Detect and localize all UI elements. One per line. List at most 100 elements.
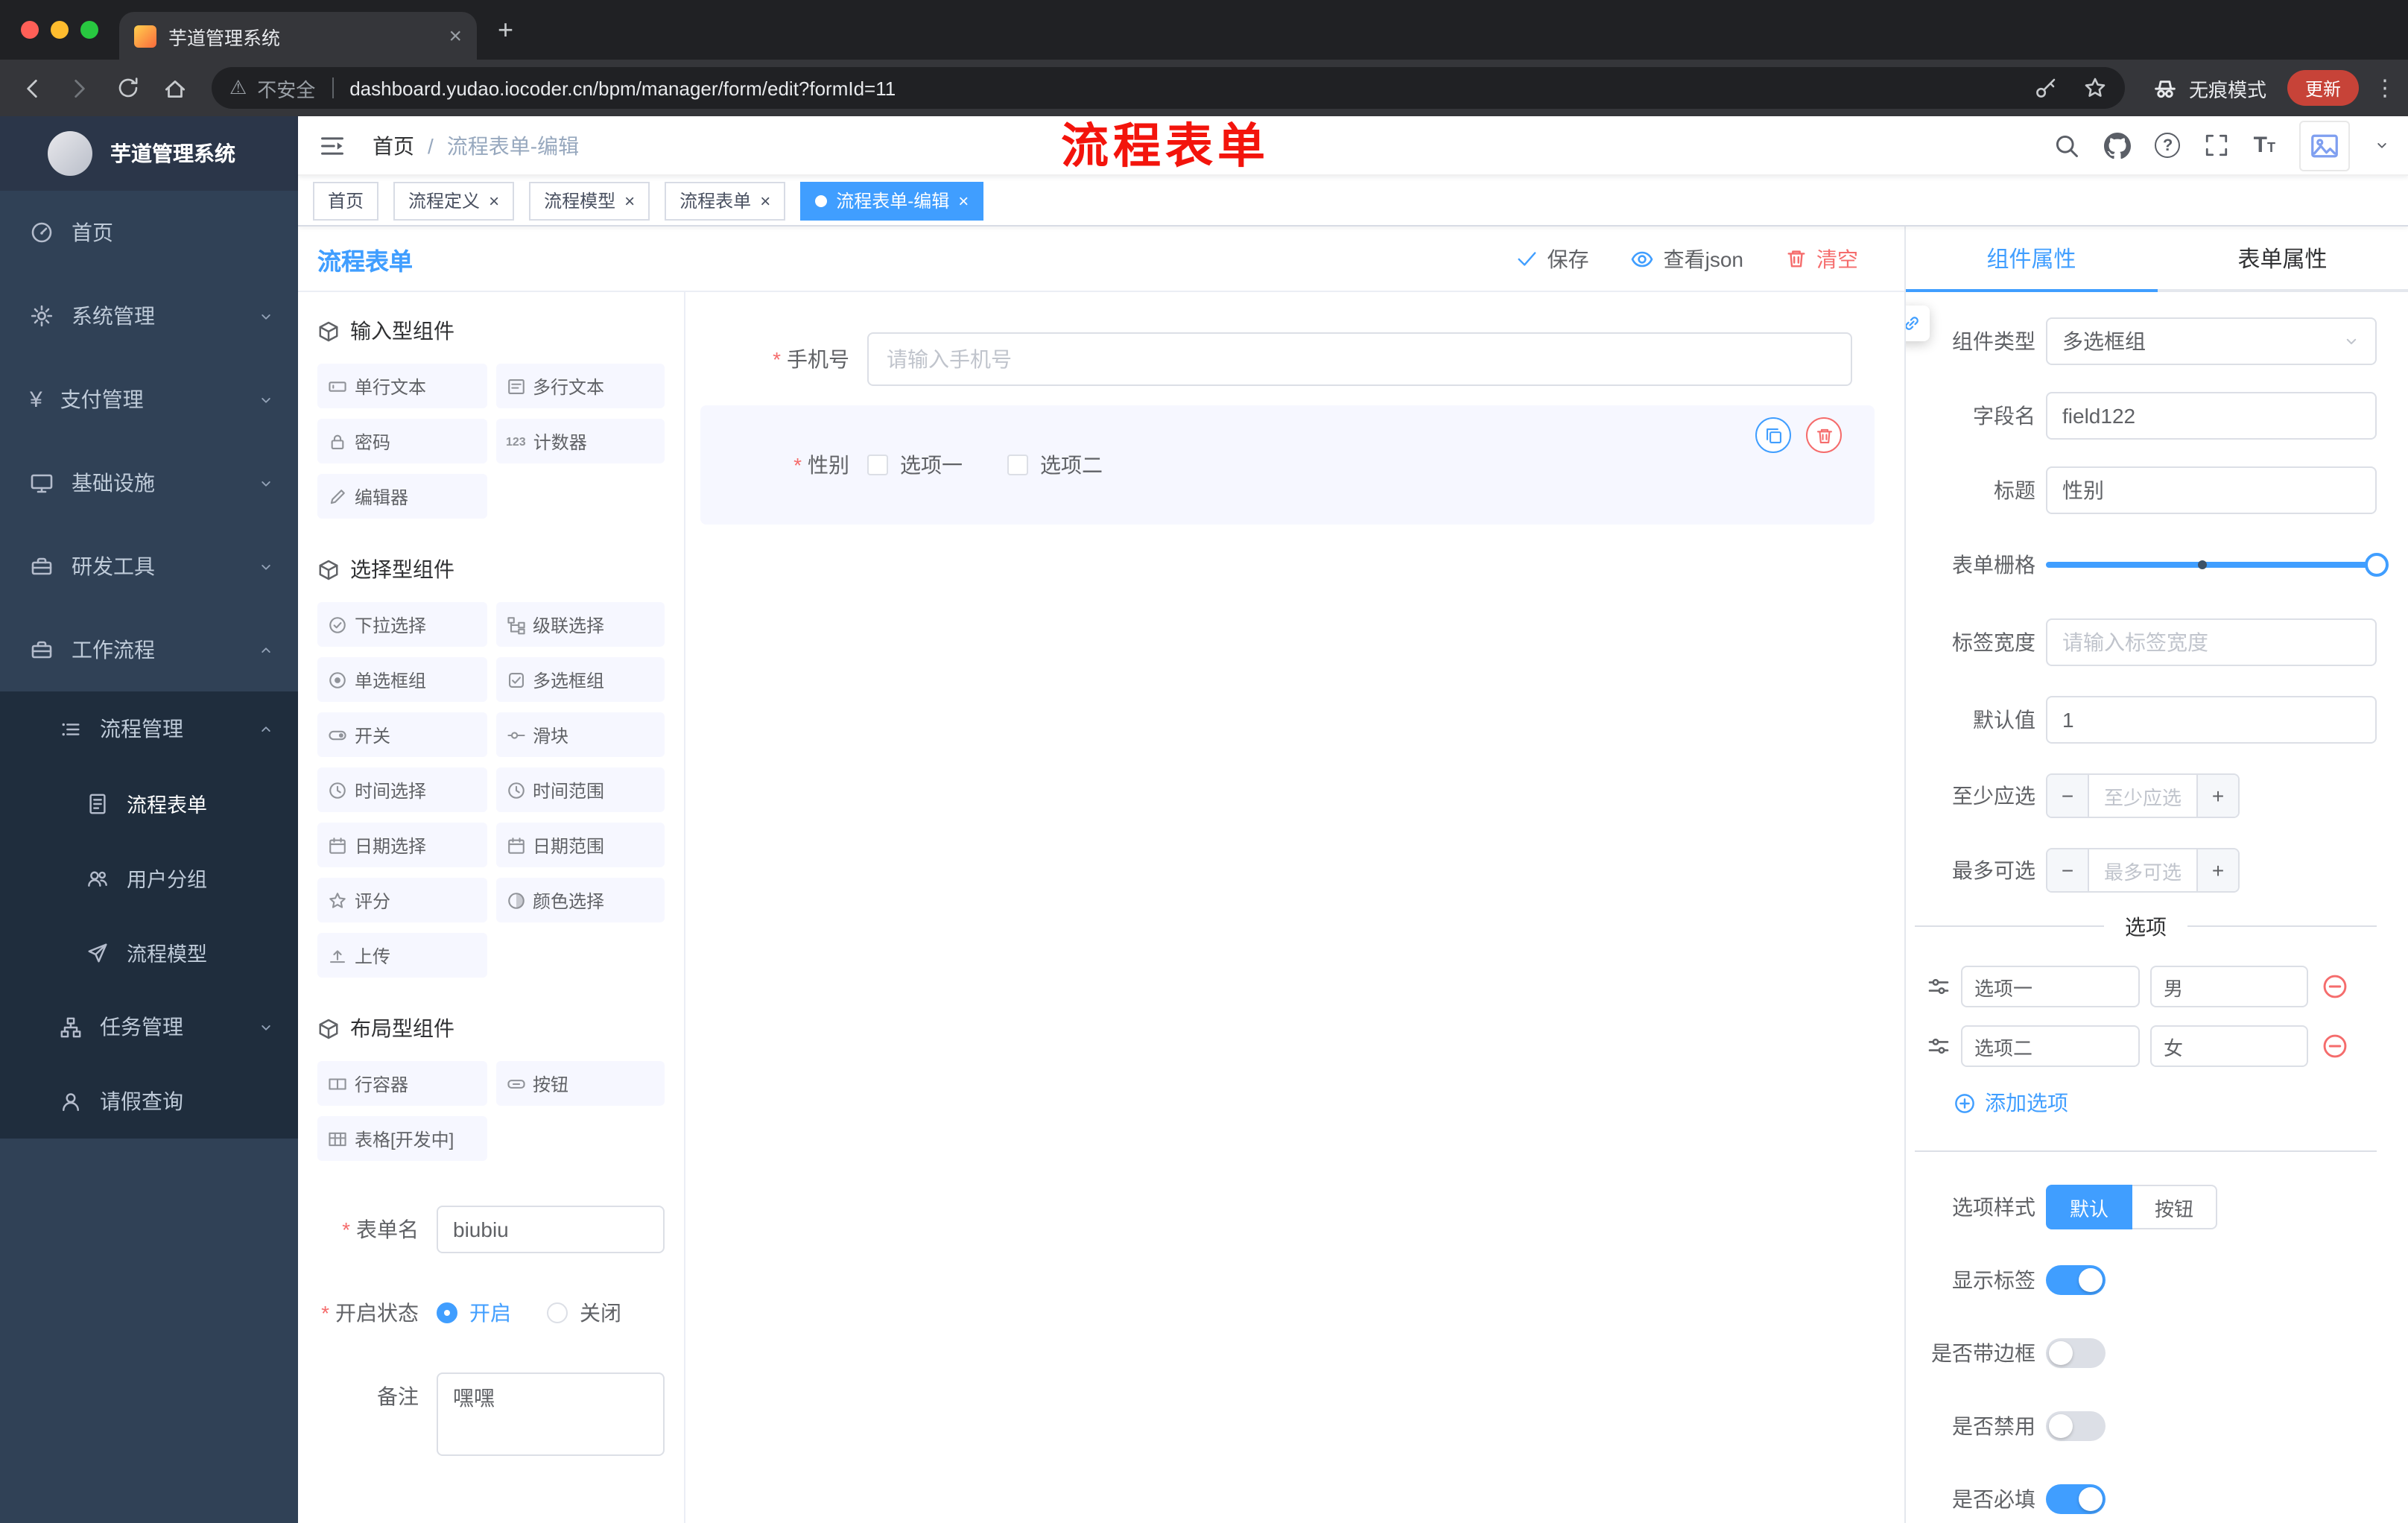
tab-form-props[interactable]: 表单属性 xyxy=(2157,227,2408,289)
palette-item-radio-group[interactable]: 单选框组 xyxy=(317,657,487,702)
sidebar-item-home[interactable]: 首页 xyxy=(0,191,298,274)
copy-field-button[interactable] xyxy=(1755,417,1791,453)
palette-item-single-line-text[interactable]: 单行文本 xyxy=(317,364,487,408)
palette-item-switch[interactable]: 开关 xyxy=(317,712,487,757)
label-width-input[interactable] xyxy=(2046,618,2377,666)
palette-item-select[interactable]: 下拉选择 xyxy=(317,602,487,647)
palette-item-row-container[interactable]: 行容器 xyxy=(317,1061,487,1106)
disabled-toggle[interactable] xyxy=(2046,1411,2106,1441)
close-icon[interactable]: × xyxy=(624,191,635,209)
search-icon[interactable] xyxy=(2054,132,2081,159)
phone-input[interactable] xyxy=(867,332,1852,386)
slider-handle[interactable] xyxy=(2365,553,2389,577)
sidebar-fold-icon[interactable] xyxy=(319,132,346,159)
form-grid-slider[interactable] xyxy=(2046,541,2389,589)
save-button[interactable]: 保存 xyxy=(1516,244,1589,273)
update-button[interactable]: 更新 xyxy=(2287,70,2360,106)
status-off-radio[interactable]: 关闭 xyxy=(547,1289,621,1337)
component-type-select[interactable]: 多选框组 xyxy=(2046,317,2377,365)
option-label-input[interactable] xyxy=(1961,966,2140,1007)
palette-item-textarea[interactable]: 多行文本 xyxy=(495,364,665,408)
tab-close-icon[interactable]: × xyxy=(449,25,462,47)
delete-field-button[interactable] xyxy=(1806,417,1842,453)
sidebar-item-leave-query[interactable]: 请假查询 xyxy=(0,1064,298,1139)
palette-item-button[interactable]: 按钮 xyxy=(495,1061,665,1106)
sidebar-item-process-mgmt[interactable]: 流程管理 xyxy=(0,691,298,766)
user-avatar[interactable] xyxy=(2299,120,2350,171)
github-icon[interactable] xyxy=(2105,132,2132,159)
palette-item-time-range[interactable]: 时间范围 xyxy=(495,767,665,812)
drag-handle-icon[interactable] xyxy=(1927,1034,1951,1058)
max-select-value[interactable]: 最多可选 xyxy=(2089,849,2196,891)
sidebar-item-process-form[interactable]: 流程表单 xyxy=(0,766,298,840)
fullscreen-icon[interactable] xyxy=(2205,133,2230,158)
required-toggle[interactable] xyxy=(2046,1484,2106,1514)
palette-item-date-range[interactable]: 日期范围 xyxy=(495,823,665,867)
tag-process-model[interactable]: 流程模型 × xyxy=(529,181,650,220)
close-window-button[interactable] xyxy=(21,21,39,39)
breadcrumb-home[interactable]: 首页 xyxy=(373,130,414,160)
tag-process-definition[interactable]: 流程定义 × xyxy=(393,181,515,220)
maximize-window-button[interactable] xyxy=(80,21,98,39)
palette-item-cascader[interactable]: 级联选择 xyxy=(495,602,665,647)
reload-icon[interactable] xyxy=(107,67,149,109)
home-icon[interactable] xyxy=(155,67,197,109)
view-json-button[interactable]: 查看json xyxy=(1631,244,1743,273)
close-icon[interactable]: × xyxy=(489,191,499,209)
browser-tab[interactable]: 芋道管理系统 × xyxy=(119,12,477,60)
decrease-button[interactable]: − xyxy=(2047,849,2089,891)
show-label-toggle[interactable] xyxy=(2046,1265,2106,1295)
forward-icon[interactable] xyxy=(60,67,101,109)
sidebar-item-payment[interactable]: ¥ 支付管理 xyxy=(0,358,298,441)
bookmark-star-icon[interactable] xyxy=(2083,76,2107,100)
default-value-input[interactable] xyxy=(2046,696,2377,744)
tag-process-form[interactable]: 流程表单 × xyxy=(665,181,786,220)
sidebar-item-devtools[interactable]: 研发工具 xyxy=(0,525,298,608)
minimize-window-button[interactable] xyxy=(51,21,69,39)
add-option-button[interactable]: 添加选项 xyxy=(1954,1088,2377,1118)
tag-home[interactable]: 首页 xyxy=(313,181,379,220)
sidebar-item-user-group[interactable]: 用户分组 xyxy=(0,840,298,915)
sidebar-item-process-model[interactable]: 流程模型 xyxy=(0,915,298,990)
palette-item-counter[interactable]: 123 计数器 xyxy=(495,419,665,463)
remove-option-icon[interactable] xyxy=(2322,1033,2348,1060)
font-size-icon[interactable]: TT xyxy=(2254,134,2275,156)
close-icon[interactable]: × xyxy=(958,191,969,209)
new-tab-button[interactable]: + xyxy=(498,16,513,43)
border-toggle[interactable] xyxy=(2046,1338,2106,1368)
drag-handle-icon[interactable] xyxy=(1927,975,1951,998)
style-button-button[interactable]: 按钮 xyxy=(2132,1185,2218,1229)
palette-item-editor[interactable]: 编辑器 xyxy=(317,474,487,519)
field-name-input[interactable] xyxy=(2046,392,2377,440)
field-gender-selected[interactable]: 性别 选项一 选项二 xyxy=(700,405,1875,525)
field-phone[interactable]: 手机号 xyxy=(685,332,1904,386)
option-value-input[interactable] xyxy=(2150,966,2308,1007)
sidebar-item-workflow[interactable]: 工作流程 xyxy=(0,608,298,691)
sidebar-item-infra[interactable]: 基础设施 xyxy=(0,441,298,525)
close-icon[interactable]: × xyxy=(760,191,770,209)
back-icon[interactable] xyxy=(12,67,54,109)
palette-item-rate[interactable]: 评分 xyxy=(317,878,487,922)
option-value-input[interactable] xyxy=(2150,1025,2308,1067)
remove-option-icon[interactable] xyxy=(2322,973,2348,1000)
address-bar[interactable]: ⚠ 不安全 dashboard.yudao.iocoder.cn/bpm/man… xyxy=(211,67,2125,109)
gender-option1-checkbox[interactable]: 选项一 xyxy=(867,450,963,480)
status-on-radio[interactable]: 开启 xyxy=(437,1289,511,1337)
password-key-icon[interactable] xyxy=(2034,76,2058,100)
min-select-value[interactable]: 至少应选 xyxy=(2089,775,2196,817)
increase-button[interactable]: + xyxy=(2196,849,2238,891)
security-label[interactable]: 不安全 xyxy=(257,74,315,102)
palette-item-checkbox-group[interactable]: 多选框组 xyxy=(495,657,665,702)
sidebar-item-system[interactable]: 系统管理 xyxy=(0,274,298,358)
sidebar-item-task-mgmt[interactable]: 任务管理 xyxy=(0,990,298,1064)
form-name-input[interactable] xyxy=(437,1206,665,1253)
url-text[interactable]: dashboard.yudao.iocoder.cn/bpm/manager/f… xyxy=(349,77,896,99)
tag-process-form-edit[interactable]: 流程表单-编辑 × xyxy=(800,181,984,220)
palette-item-date-picker[interactable]: 日期选择 xyxy=(317,823,487,867)
style-default-button[interactable]: 默认 xyxy=(2046,1185,2133,1229)
gender-option2-checkbox[interactable]: 选项二 xyxy=(1007,450,1103,480)
remark-textarea[interactable]: 嘿嘿 xyxy=(437,1372,665,1456)
palette-item-color-picker[interactable]: 颜色选择 xyxy=(495,878,665,922)
link-icon[interactable] xyxy=(1906,305,1930,341)
help-icon[interactable]: ? xyxy=(2155,133,2181,158)
